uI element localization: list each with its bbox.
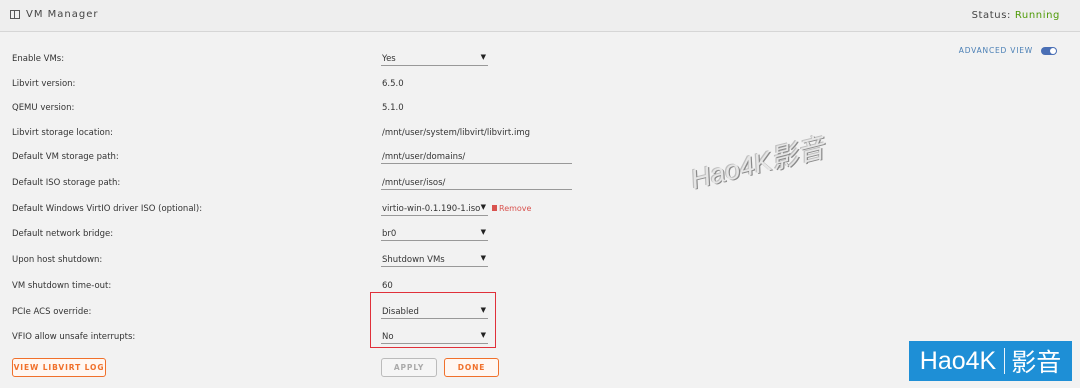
status-indicator: Status: Running [972,10,1060,21]
highlight-box [370,292,496,348]
row-network-bridge: Default network bridge: br0 ▼ [0,225,1080,245]
title-bar: VM Manager Status: Running [0,0,1080,32]
row-virtio-iso: Default Windows VirtIO driver ISO (optio… [0,200,1080,220]
dropdown-arrow-icon: ▼ [480,203,486,211]
status-label: Status: [971,10,1012,21]
iso-storage-path-input[interactable]: /mnt/user/isos/ [381,174,572,190]
enable-vms-label: Enable VMs: [12,54,65,64]
done-button[interactable]: DONE [444,358,499,377]
row-shutdown-timeout: VM shutdown time-out: 60 [0,277,1080,297]
libvirt-storage-value: /mnt/user/system/libvirt/libvirt.img [382,128,531,138]
view-libvirt-log-button[interactable]: VIEW LIBVIRT LOG [12,358,106,377]
qemu-version-label: QEMU version: [12,103,75,113]
dropdown-arrow-icon: ▼ [480,254,486,262]
vm-storage-path-label: Default VM storage path: [12,152,119,162]
network-bridge-value: br0 [382,229,397,239]
qemu-version-value: 5.1.0 [382,103,404,113]
row-iso-storage-path: Default ISO storage path: /mnt/user/isos… [0,174,1080,194]
page-title: VM Manager [26,9,99,20]
row-libvirt-storage: Libvirt storage location: /mnt/user/syst… [0,124,1080,144]
shutdown-timeout-label: VM shutdown time-out: [12,281,112,291]
row-enable-vms: Enable VMs: Yes ▼ [0,50,1080,70]
virtio-iso-label: Default Windows VirtIO driver ISO (optio… [12,204,203,214]
panel-icon [10,10,20,19]
row-libvirt-version: Libvirt version: 6.5.0 [0,75,1080,95]
dropdown-arrow-icon: ▼ [480,228,486,236]
apply-button[interactable]: APPLY [381,358,437,377]
trash-icon [492,205,497,211]
virtio-iso-select[interactable]: virtio-win-0.1.190-1.iso ▼ [381,200,488,216]
watermark-badge: Hao4K 影音 [909,341,1072,381]
remove-label: Remove [499,204,532,213]
row-host-shutdown: Upon host shutdown: Shutdown VMs ▼ [0,251,1080,271]
libvirt-version-label: Libvirt version: [12,79,76,89]
virtio-iso-value: virtio-win-0.1.190-1.iso [382,204,481,214]
host-shutdown-value: Shutdown VMs [382,255,445,265]
vfio-unsafe-label: VFIO allow unsafe interrupts: [12,332,136,342]
watermark-divider [1004,348,1006,374]
network-bridge-label: Default network bridge: [12,229,114,239]
remove-iso-button[interactable]: Remove [492,204,531,213]
status-value: Running [1014,10,1060,21]
shutdown-timeout-value[interactable]: 60 [382,281,393,291]
enable-vms-value: Yes [382,54,396,64]
host-shutdown-label: Upon host shutdown: [12,255,103,265]
vm-storage-path-value: /mnt/user/domains/ [382,152,466,162]
pcie-acs-label: PCIe ACS override: [12,307,92,317]
row-vm-storage-path: Default VM storage path: /mnt/user/domai… [0,148,1080,168]
watermark-badge-left: Hao4K [919,346,997,375]
row-pcie-acs: PCIe ACS override: Disabled ▼ [0,303,1080,323]
dropdown-arrow-icon: ▼ [480,53,486,61]
enable-vms-select[interactable]: Yes ▼ [381,50,488,66]
iso-storage-path-value: /mnt/user/isos/ [382,178,446,188]
iso-storage-path-label: Default ISO storage path: [12,178,121,188]
libvirt-storage-label: Libvirt storage location: [12,128,113,138]
row-qemu-version: QEMU version: 5.1.0 [0,99,1080,119]
host-shutdown-select[interactable]: Shutdown VMs ▼ [381,251,488,267]
watermark-badge-right: 影音 [1011,349,1062,377]
libvirt-version-value: 6.5.0 [382,79,404,89]
vm-storage-path-input[interactable]: /mnt/user/domains/ [381,148,572,164]
network-bridge-select[interactable]: br0 ▼ [381,225,488,241]
